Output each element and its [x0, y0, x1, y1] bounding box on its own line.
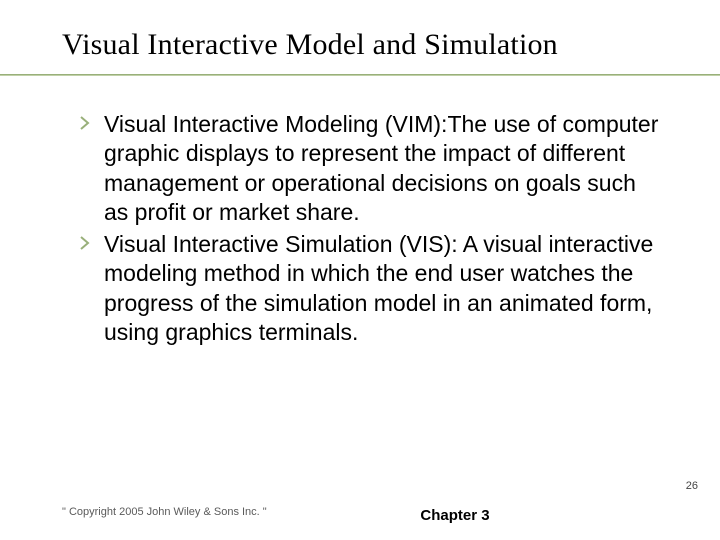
- bullet-text: Visual Interactive Simulation (VIS): A v…: [104, 231, 653, 345]
- body-content: Visual Interactive Modeling (VIM):The us…: [80, 110, 660, 350]
- bullet-text: Visual Interactive Modeling (VIM):The us…: [104, 111, 658, 225]
- footer-chapter-wrap: Chapter 3: [0, 507, 720, 524]
- page-number: 26: [686, 480, 698, 492]
- footer-chapter: Chapter 3: [420, 507, 489, 524]
- bullet-item: Visual Interactive Modeling (VIM):The us…: [80, 110, 660, 228]
- chevron-right-icon: [80, 236, 92, 250]
- slide: Visual Interactive Model and Simulation …: [0, 0, 720, 540]
- slide-title: Visual Interactive Model and Simulation: [62, 28, 558, 62]
- bullet-item: Visual Interactive Simulation (VIS): A v…: [80, 230, 660, 348]
- chevron-right-icon: [80, 116, 92, 130]
- title-underline: [0, 74, 720, 76]
